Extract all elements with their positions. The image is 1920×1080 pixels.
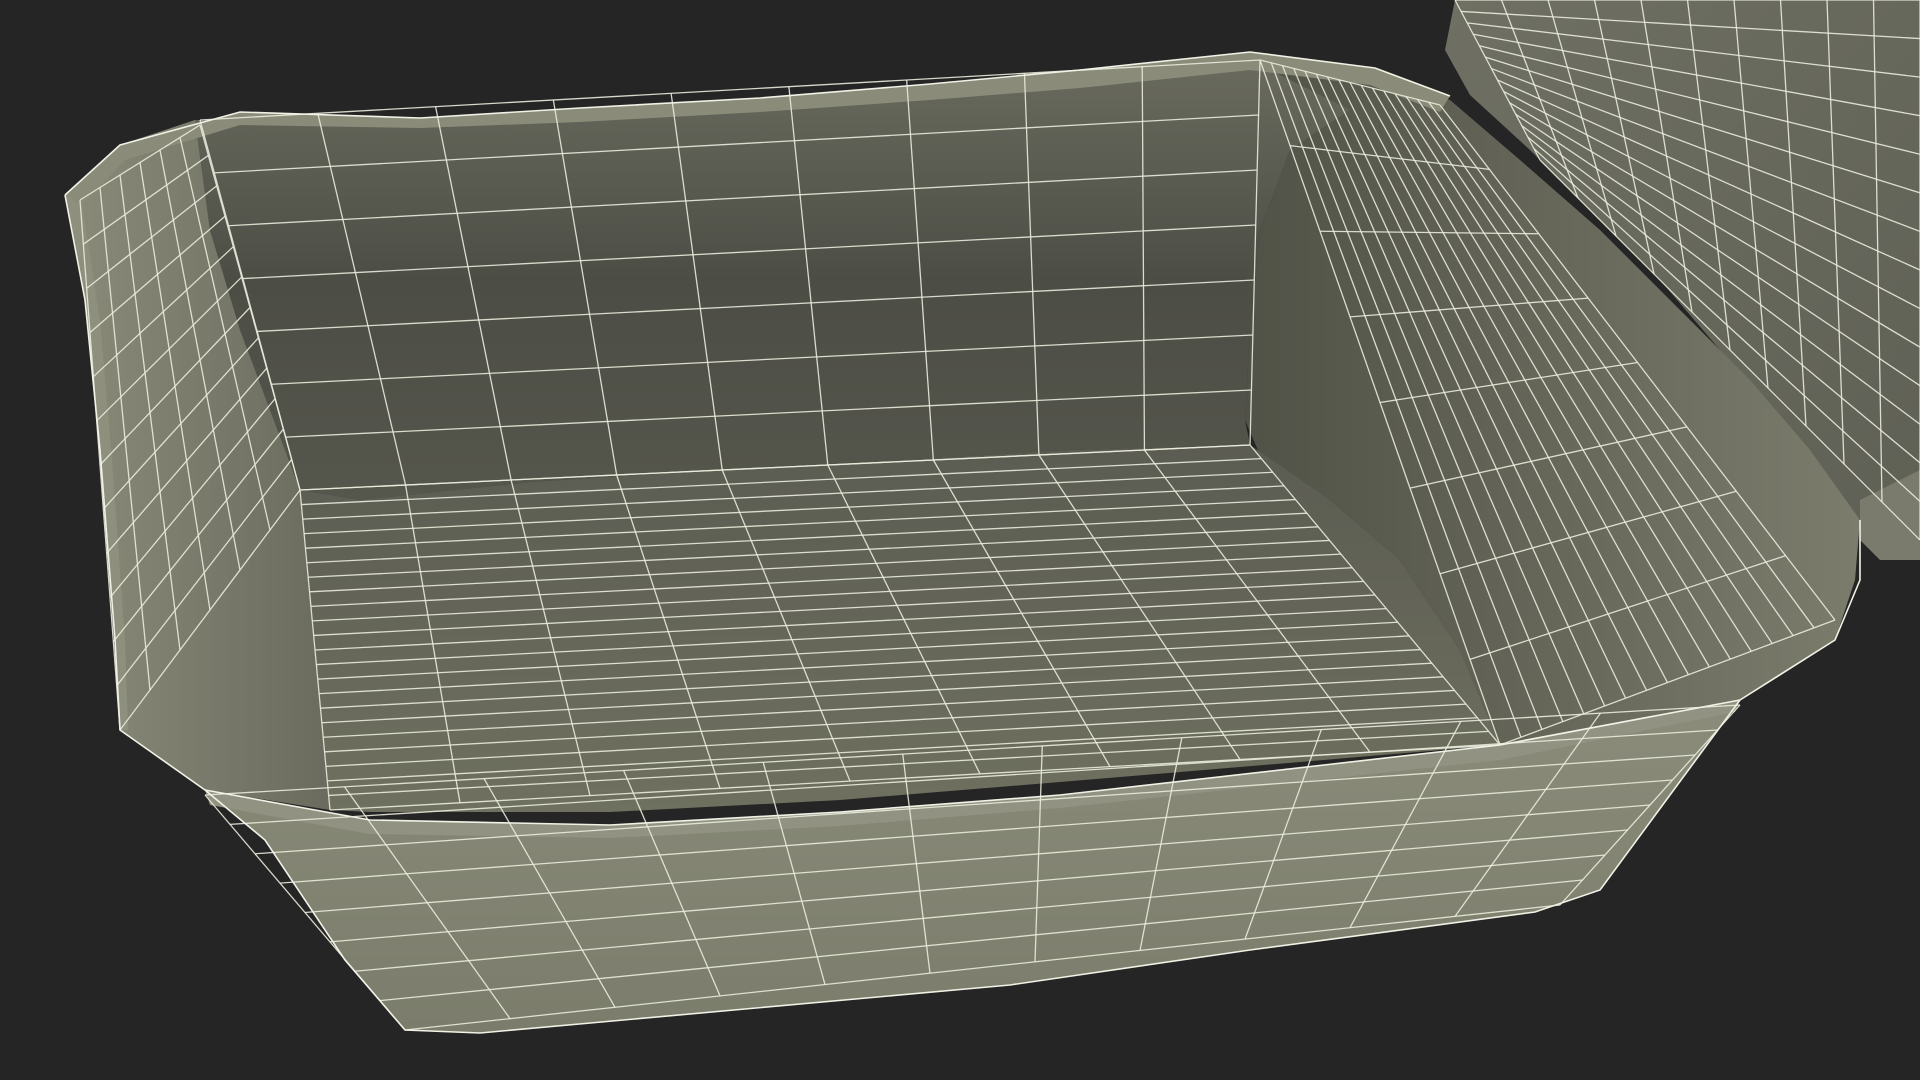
interior-floor	[300, 445, 1500, 812]
wireframe-render-canvas	[64, 0, 1920, 1034]
